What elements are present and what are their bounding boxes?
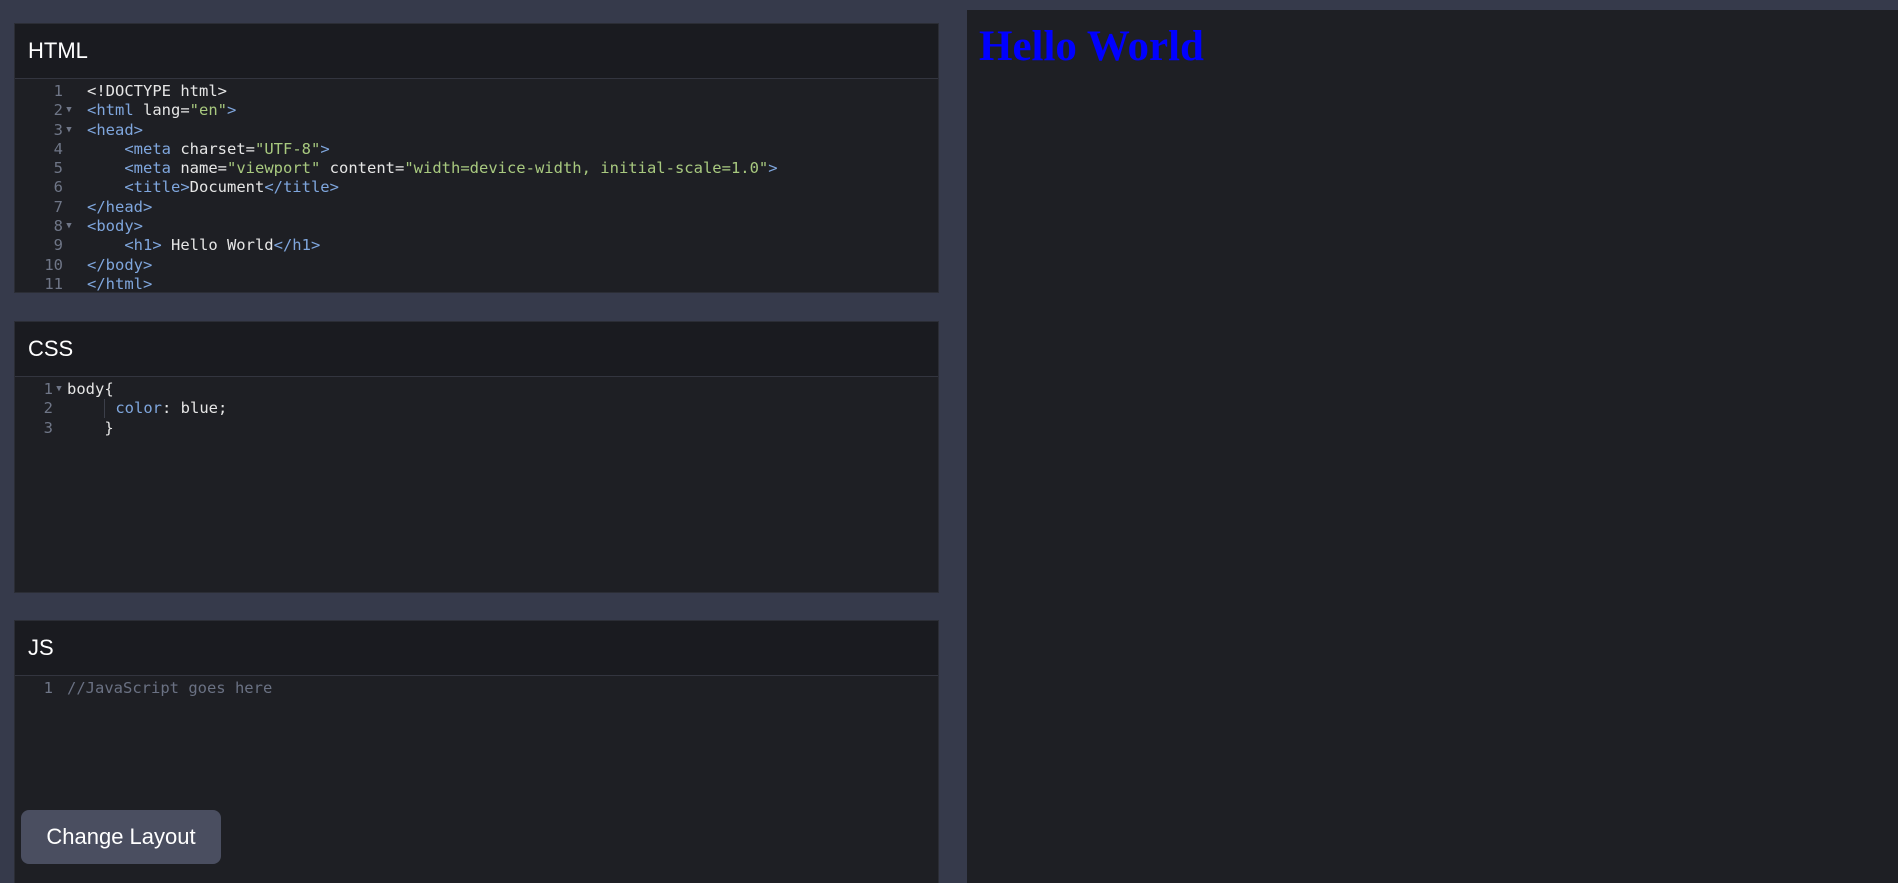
line-number: 10 — [44, 255, 63, 274]
line-number: 2 — [43, 399, 53, 418]
line-number: 3 — [43, 418, 53, 437]
code-line[interactable]: 9 <h1> Hello World</h1> — [15, 236, 938, 255]
preview-pane: Hello World — [967, 10, 1898, 883]
html-editor-panel: HTML 1 <!DOCTYPE html> 2 ▼ <html lang="en">… — [14, 23, 939, 293]
code-line[interactable]: 5 <meta name="viewport" content="width=d… — [15, 159, 938, 178]
fold-arrow-icon[interactable]: ▼ — [63, 101, 75, 120]
code-line[interactable]: 11 </html> — [15, 274, 938, 293]
line-number: 1 — [43, 679, 53, 697]
line-number: 4 — [53, 139, 63, 158]
line-number: 7 — [53, 197, 63, 216]
code-line[interactable]: 8 ▼ <body> — [15, 217, 938, 236]
code-line[interactable]: 3 ▼ <head> — [15, 121, 938, 140]
line-number: 9 — [53, 236, 63, 255]
line-number: 11 — [44, 274, 63, 293]
line-number: 1 — [53, 82, 63, 100]
indent-guide — [104, 399, 106, 419]
code-line[interactable]: 1//JavaScript goes here — [15, 679, 938, 698]
css-panel-title: CSS — [15, 322, 938, 377]
preview-heading: Hello World — [979, 23, 1204, 70]
code-line[interactable]: 2 ▼ <html lang="en"> — [15, 101, 938, 120]
code-line[interactable]: 4 <meta charset="UTF-8"> — [15, 140, 938, 159]
line-number: 2 — [53, 101, 63, 120]
code-line[interactable]: 6 <title>Document</title> — [15, 178, 938, 197]
css-editor-panel: CSS 1 ▼ body{ 2 color: blue; 3 } — [14, 321, 939, 593]
code-line[interactable]: 1 <!DOCTYPE html> — [15, 82, 938, 101]
fold-arrow-icon[interactable]: ▼ — [63, 217, 75, 236]
line-number: 3 — [53, 120, 63, 139]
code-line[interactable]: 3 } — [15, 419, 938, 438]
code-line[interactable]: 2 color: blue; — [15, 399, 938, 419]
js-code-editor[interactable]: 1//JavaScript goes here — [15, 676, 938, 698]
fold-arrow-icon[interactable]: ▼ — [53, 380, 65, 399]
code-line[interactable]: 1 ▼ body{ — [15, 380, 938, 399]
line-number: 1 — [43, 380, 53, 398]
html-panel-title: HTML — [15, 24, 938, 79]
line-number: 8 — [53, 217, 63, 236]
js-panel-title: JS — [15, 621, 938, 676]
css-code-editor[interactable]: 1 ▼ body{ 2 color: blue; 3 } — [15, 377, 938, 438]
code-line[interactable]: 7 </head> — [15, 198, 938, 217]
line-number: 6 — [53, 178, 63, 197]
change-layout-button[interactable]: Change Layout — [21, 810, 221, 864]
fold-arrow-icon[interactable]: ▼ — [63, 121, 75, 140]
code-line[interactable]: 10 </body> — [15, 256, 938, 275]
html-code-editor[interactable]: 1 <!DOCTYPE html> 2 ▼ <html lang="en"> 3 ▼ <h… — [15, 79, 938, 293]
line-number: 5 — [53, 159, 63, 178]
